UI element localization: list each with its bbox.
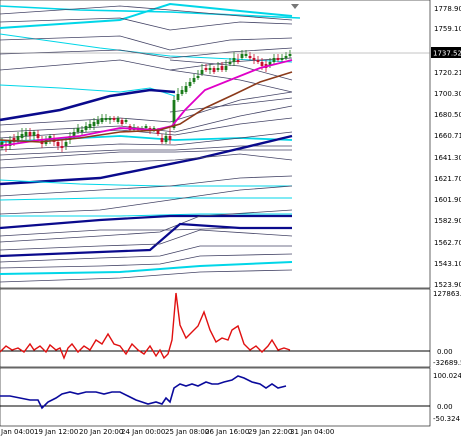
price-tick: 1621.70 bbox=[434, 175, 461, 183]
candle-body bbox=[236, 60, 240, 62]
candle-body bbox=[116, 118, 120, 122]
time-axis: Jan 04:00 19 Jan 12:00 20 Jan 20:00 24 J… bbox=[0, 428, 334, 436]
candle-body bbox=[216, 68, 220, 70]
chart-window[interactable]: 1778.90 1759.10 1720.21 1700.30 1680.50 … bbox=[0, 0, 461, 439]
candle-body bbox=[120, 120, 124, 124]
candle-body bbox=[124, 120, 128, 122]
candle-body bbox=[228, 62, 232, 64]
indicator2-top-label: 100.024 bbox=[433, 372, 461, 380]
time-tick: 20 Jan 20:00 bbox=[79, 428, 123, 436]
candle-body bbox=[252, 58, 256, 60]
time-tick: 29 Jan 22:00 bbox=[248, 428, 292, 436]
candle-body bbox=[248, 56, 252, 58]
price-tick: 1601.90 bbox=[434, 196, 461, 204]
candle-body bbox=[188, 82, 192, 86]
candle-body bbox=[24, 132, 28, 136]
candle-body bbox=[224, 66, 228, 70]
candle-body bbox=[160, 138, 164, 142]
candle-body bbox=[72, 132, 76, 136]
price-tick: 1562.70 bbox=[434, 239, 461, 247]
candle-body bbox=[208, 68, 212, 70]
candle-body bbox=[184, 86, 188, 92]
current-price-value: 1737.52 bbox=[433, 50, 461, 58]
candle-body bbox=[272, 58, 276, 62]
candle-body bbox=[192, 78, 196, 82]
time-tick: 25 Jan 08:00 bbox=[165, 428, 209, 436]
price-tick: 1680.50 bbox=[434, 111, 461, 119]
price-tick: 1543.10 bbox=[434, 260, 461, 268]
time-tick: 26 Jan 16:00 bbox=[205, 428, 249, 436]
candle-body bbox=[256, 60, 260, 62]
candle-body bbox=[32, 132, 36, 136]
candle-body bbox=[180, 90, 184, 94]
candle-body bbox=[284, 56, 288, 58]
time-tick: 31 Jan 04:00 bbox=[290, 428, 334, 436]
candle-body bbox=[76, 128, 80, 132]
candle-body bbox=[168, 136, 172, 140]
price-tick: 1778.90 bbox=[434, 5, 461, 13]
time-tick: 19 Jan 12:00 bbox=[34, 428, 78, 436]
candle-body bbox=[96, 120, 100, 124]
candle-body bbox=[144, 126, 148, 128]
candle-body bbox=[84, 126, 88, 130]
candle-body bbox=[64, 142, 68, 146]
time-tick: 24 Jan 00:00 bbox=[121, 428, 165, 436]
candle-body bbox=[176, 94, 180, 100]
candle-body bbox=[232, 58, 236, 62]
price-tick: 1660.71 bbox=[434, 132, 461, 140]
candle-body bbox=[288, 54, 292, 56]
price-tick: 1759.10 bbox=[434, 25, 461, 33]
price-tick: 1582.90 bbox=[434, 217, 461, 225]
price-tick: 1700.30 bbox=[434, 90, 461, 98]
indicator2-pane[interactable] bbox=[0, 367, 431, 427]
candle-body bbox=[164, 136, 168, 142]
candle-body bbox=[204, 68, 208, 70]
candle-body bbox=[220, 66, 224, 70]
candle-body bbox=[212, 68, 216, 72]
candle-body bbox=[280, 58, 284, 60]
price-tick: 1523.90 bbox=[434, 281, 461, 289]
price-tick: 1641.30 bbox=[434, 154, 461, 162]
candle-body bbox=[104, 118, 108, 120]
candle-body bbox=[56, 142, 60, 146]
candle-body bbox=[92, 122, 96, 126]
indicator1-top-label: 127863.4 bbox=[433, 290, 461, 298]
candle-body bbox=[36, 134, 40, 138]
candle-body bbox=[112, 118, 116, 120]
candle-body bbox=[240, 54, 244, 58]
candle-body bbox=[88, 124, 92, 128]
candle-body bbox=[16, 136, 20, 140]
time-tick: Jan 04:00 bbox=[0, 428, 34, 436]
indicator1-bottom-label: -32689.5 bbox=[433, 359, 461, 367]
candle-body bbox=[20, 134, 24, 138]
candle-body bbox=[100, 118, 104, 122]
price-tick: 1720.21 bbox=[434, 69, 461, 77]
candle-body bbox=[260, 62, 264, 66]
candle-body bbox=[80, 130, 84, 132]
candle-body bbox=[60, 146, 64, 148]
indicator2-bottom-label: -50.324 bbox=[433, 415, 461, 423]
candle-body bbox=[196, 76, 200, 78]
candle-body bbox=[200, 70, 204, 74]
candle-body bbox=[108, 118, 112, 120]
candle-body bbox=[244, 54, 248, 56]
candle-body bbox=[276, 58, 280, 60]
indicator1-zero-label: 0.00 bbox=[437, 348, 453, 356]
indicator2-zero-label: 0.00 bbox=[437, 403, 453, 411]
candle-body bbox=[28, 132, 32, 136]
